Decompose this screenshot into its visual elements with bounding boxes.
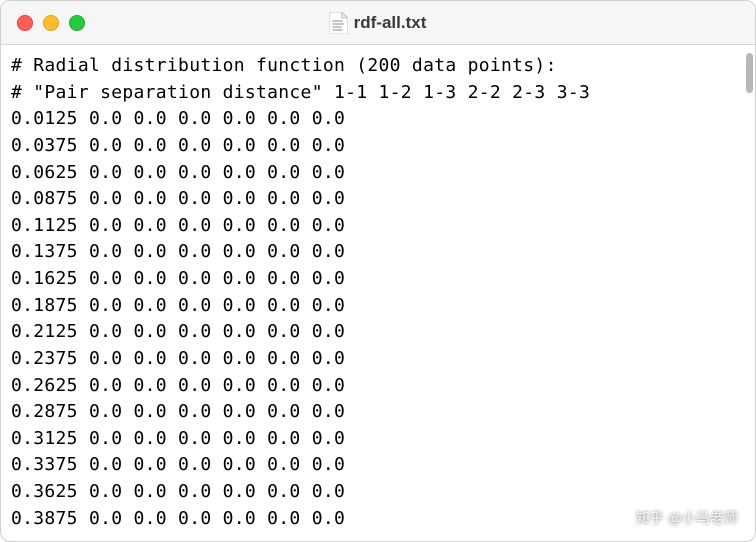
data-row: 0.0625 0.0 0.0 0.0 0.0 0.0 0.0 (11, 160, 745, 187)
data-row: 0.3375 0.0 0.0 0.0 0.0 0.0 0.0 (11, 452, 745, 479)
window-controls (1, 15, 85, 31)
text-file-icon (330, 12, 348, 34)
data-row: 0.3625 0.0 0.0 0.0 0.0 0.0 0.0 (11, 479, 745, 506)
data-row: 0.1125 0.0 0.0 0.0 0.0 0.0 0.0 (11, 213, 745, 240)
header-line: # "Pair separation distance" 1-1 1-2 1-3… (11, 80, 745, 107)
header-line: # Radial distribution function (200 data… (11, 53, 745, 80)
data-row: 0.2625 0.0 0.0 0.0 0.0 0.0 0.0 (11, 373, 745, 400)
data-row: 0.0875 0.0 0.0 0.0 0.0 0.0 0.0 (11, 186, 745, 213)
data-row: 0.0375 0.0 0.0 0.0 0.0 0.0 0.0 (11, 133, 745, 160)
data-row: 0.3125 0.0 0.0 0.0 0.0 0.0 0.0 (11, 426, 745, 453)
watermark: 知乎 @小马老师 (616, 508, 738, 528)
watermark-text: 知乎 @小马老师 (636, 508, 738, 528)
data-row: 0.1625 0.0 0.0 0.0 0.0 0.0 0.0 (11, 266, 745, 293)
data-row: 0.0125 0.0 0.0 0.0 0.0 0.0 0.0 (11, 106, 745, 133)
vertical-scrollbar[interactable] (746, 53, 753, 93)
minimize-button[interactable] (43, 15, 59, 31)
data-row: 0.2375 0.0 0.0 0.0 0.0 0.0 0.0 (11, 346, 745, 373)
window-title: rdf-all.txt (354, 13, 427, 33)
title-container: rdf-all.txt (330, 12, 427, 34)
data-row: 0.1875 0.0 0.0 0.0 0.0 0.0 0.0 (11, 293, 745, 320)
data-row: 0.2875 0.0 0.0 0.0 0.0 0.0 0.0 (11, 399, 745, 426)
data-row: 0.1375 0.0 0.0 0.0 0.0 0.0 0.0 (11, 239, 745, 266)
zhihu-icon (616, 510, 632, 526)
window-titlebar[interactable]: rdf-all.txt (1, 1, 755, 45)
text-content-area[interactable]: # Radial distribution function (200 data… (1, 45, 755, 541)
zoom-button[interactable] (69, 15, 85, 31)
close-button[interactable] (17, 15, 33, 31)
text-editor-window: rdf-all.txt # Radial distribution functi… (0, 0, 756, 542)
data-row: 0.2125 0.0 0.0 0.0 0.0 0.0 0.0 (11, 319, 745, 346)
